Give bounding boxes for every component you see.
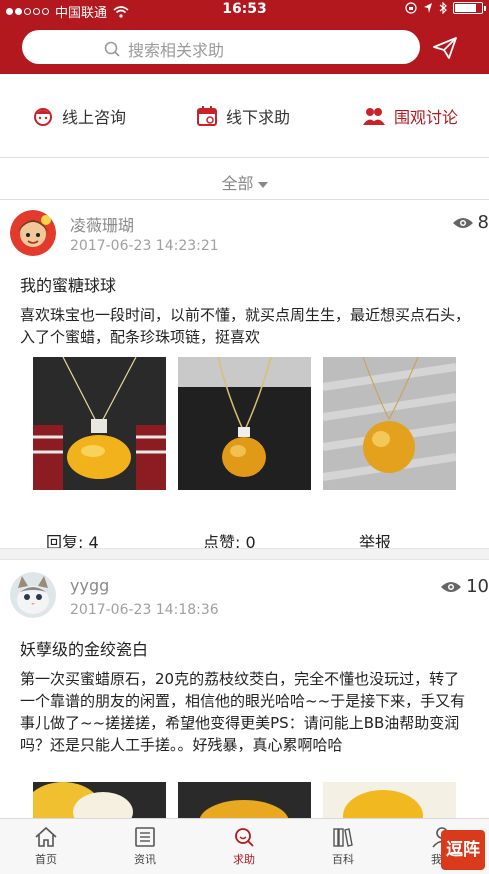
home-icon [35, 826, 57, 847]
post-image[interactable] [178, 357, 311, 490]
search-icon [104, 41, 120, 57]
news-icon [135, 827, 155, 847]
search-bar[interactable]: 搜索相关求助 [22, 30, 420, 64]
tab-label: 首页 [35, 853, 57, 866]
filter-label: 全部 [221, 174, 254, 193]
post-author[interactable]: yygg [70, 576, 109, 595]
view-count: 10 [440, 576, 489, 597]
nav-label: 线下求助 [226, 108, 291, 127]
calendar-icon [197, 106, 217, 126]
bottom-tab-bar: 首页 资讯 求助 百科 我的 逗阵 [0, 818, 489, 874]
tab-label: 百科 [332, 853, 354, 866]
post-title[interactable]: 我的蜜糖球球 [20, 272, 116, 296]
post-time: 2017-06-23 14:23:21 [70, 238, 219, 254]
filter-dropdown[interactable]: 全部 [0, 158, 489, 200]
post-title[interactable]: 妖孽级的金绞瓷白 [20, 636, 148, 660]
post-divider [0, 548, 489, 560]
search-placeholder: 搜索相关求助 [128, 41, 225, 60]
help-search-icon [235, 828, 254, 847]
avatar[interactable] [10, 210, 56, 256]
post-image[interactable] [178, 782, 311, 818]
nav-offline-help[interactable]: 线下求助 [196, 104, 290, 128]
watermark-logo: 逗阵 [441, 830, 485, 870]
post-card[interactable]: yygg 2017-06-23 14:18:36 10 妖孽级的金绞瓷白 第一次… [0, 560, 489, 818]
face-icon [34, 108, 52, 126]
location-icon [424, 3, 432, 13]
nav-label: 线上咨询 [62, 108, 127, 127]
tab-help[interactable]: 求助 [214, 825, 274, 867]
post-image[interactable] [323, 782, 456, 818]
post-body[interactable]: 第一次买蜜蜡原石，20克的荔枝纹茭白，完全不懂也没玩过，转了一个靠谱的朋友的闲置… [20, 668, 472, 756]
post-image[interactable] [323, 357, 456, 490]
post-body[interactable]: 喜欢珠宝也一段时间，以前不懂，就买点周生生，最近想买点石头，入了个蜜蜡，配条珍珠… [20, 304, 472, 348]
view-count-value: 10 [466, 576, 489, 597]
eye-icon [441, 581, 462, 592]
view-count-value: 8 [477, 212, 489, 233]
app-header: 中国联通 16:53 搜索相关求助 [0, 0, 489, 74]
rotation-lock-icon [405, 2, 417, 14]
send-icon[interactable] [432, 36, 458, 60]
post-time: 2017-06-23 14:18:36 [70, 602, 219, 618]
eye-icon [452, 217, 473, 228]
tab-label: 求助 [233, 853, 255, 866]
nav-label: 围观讨论 [394, 108, 459, 127]
post-image[interactable] [33, 357, 166, 490]
caret-down-icon [257, 181, 268, 188]
nav-discussion[interactable]: 围观讨论 [362, 104, 458, 128]
tab-home[interactable]: 首页 [16, 825, 76, 867]
post-image[interactable] [33, 782, 166, 818]
category-nav: 线上咨询 线下求助 围观讨论 [0, 74, 489, 158]
status-bar: 中国联通 16:53 [0, 0, 489, 21]
tab-label: 资讯 [134, 853, 156, 866]
users-icon [363, 108, 385, 125]
nav-online-consult[interactable]: 线上咨询 [32, 104, 126, 128]
post-author[interactable]: 凌薇珊瑚 [70, 212, 134, 236]
avatar[interactable] [10, 572, 56, 618]
bluetooth-icon [439, 2, 447, 14]
post-card[interactable]: 凌薇珊瑚 2017-06-23 14:23:21 8 我的蜜糖球球 喜欢珠宝也一… [0, 200, 489, 552]
books-icon [333, 828, 353, 847]
view-count: 8 [452, 212, 489, 233]
tab-encyclopedia[interactable]: 百科 [313, 825, 373, 867]
tab-news[interactable]: 资讯 [115, 825, 175, 867]
battery-icon [453, 2, 486, 14]
status-right [405, 2, 486, 14]
